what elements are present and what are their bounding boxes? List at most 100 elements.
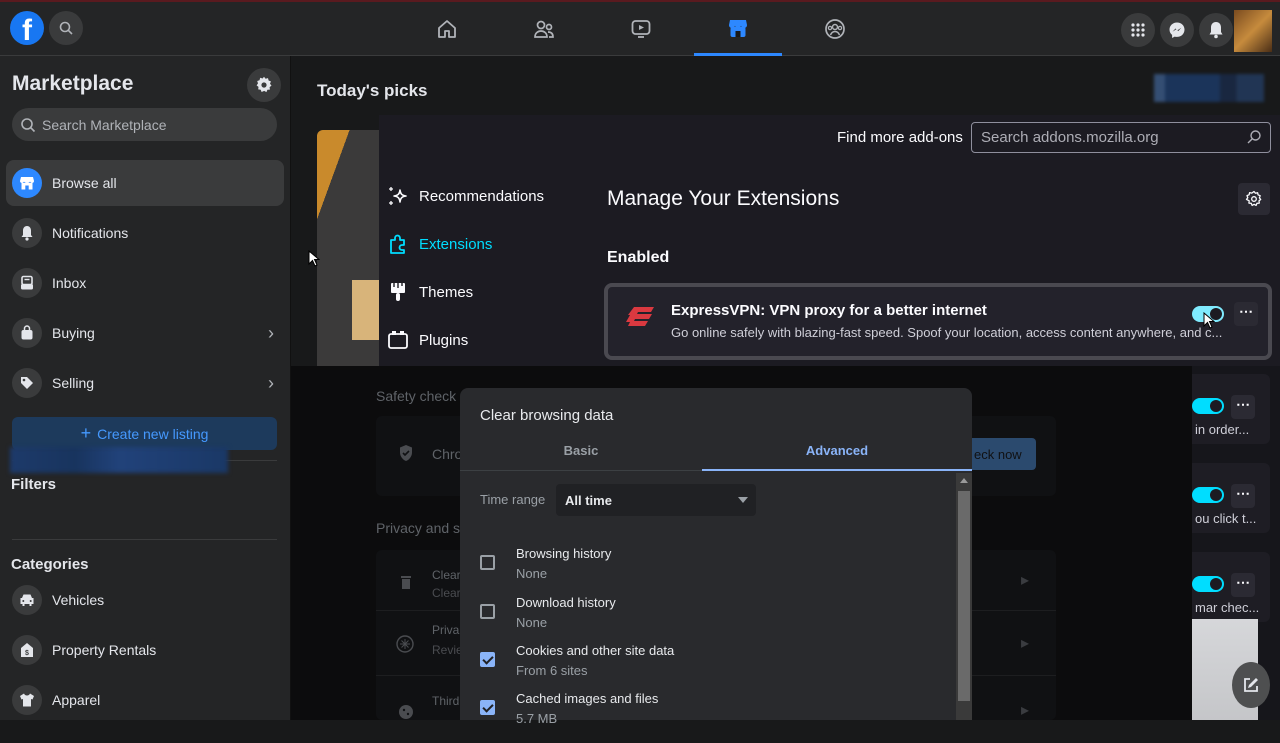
addons-nav-label: Plugins [419,331,469,349]
extension-more-options-button[interactable]: ⋯ [1231,395,1255,419]
category-property-rentals[interactable]: $ Property Rentals [6,627,284,673]
mouse-cursor-icon [308,250,320,267]
category-label: Property Rentals [52,642,157,658]
extension-card-expressvpn[interactable]: ExpressVPN: VPN proxy for a better inter… [604,283,1272,360]
sidebar-item-buying[interactable]: Buying › [6,310,284,356]
house-icon: $ [12,635,42,665]
checkbox[interactable] [480,604,495,619]
dropdown-arrow-icon [738,497,748,503]
extension-more-options-button[interactable]: ⋯ [1231,484,1255,508]
todays-picks-heading: Today's picks [317,81,428,100]
sidebar-item-label: Buying [52,325,95,341]
plugin-icon [388,331,408,349]
check-now-button[interactable]: eck now [966,438,1036,470]
create-new-listing-button[interactable]: + Create new listing [12,417,277,450]
extension-card[interactable]: ⋯ in order... [1192,374,1270,444]
sidebar-item-label: Notifications [52,225,129,241]
extension-more-options-button[interactable]: ⋯ [1234,302,1258,326]
option-cookies[interactable]: Cookies and other site data From 6 sites [480,643,920,695]
find-more-addons-label: Find more add-ons [837,129,963,146]
option-cached-images[interactable]: Cached images and files 5.7 MB [480,691,920,743]
mouse-cursor-icon [1203,312,1215,329]
option-label: Browsing history [516,546,612,561]
category-vehicles[interactable]: Vehicles [6,577,284,623]
compose-icon [1244,678,1258,692]
groups-icon [825,19,845,39]
addons-nav-plugins[interactable]: Plugins [387,329,468,351]
marketplace-search-input[interactable]: Search Marketplace [12,108,277,141]
chevron-right-icon: › [268,372,274,393]
marketplace-settings-button[interactable] [247,68,281,102]
time-range-label: Time range [480,492,546,507]
addons-nav-extensions[interactable]: Extensions [387,233,492,255]
row-subtitle: Revie [432,643,463,657]
menu-button[interactable] [1121,13,1155,47]
notifications-button[interactable] [1199,13,1233,47]
extension-enable-toggle[interactable] [1192,576,1224,592]
nav-tab-friends[interactable] [500,2,588,56]
chevron-right-icon: ▸ [1021,635,1030,652]
manage-extensions-title: Manage Your Extensions [607,187,840,210]
addons-settings-button[interactable] [1238,183,1270,215]
addons-search-input[interactable]: Search addons.mozilla.org [971,122,1271,153]
nav-tab-watch[interactable] [597,2,685,56]
sidebar-item-notifications[interactable]: Notifications [6,210,284,256]
storefront-icon [12,168,42,198]
shield-check-icon [400,445,412,461]
option-detail: From 6 sites [516,663,588,678]
tab-advanced[interactable]: Advanced [702,443,972,458]
option-download-history[interactable]: Download history None [480,595,920,647]
row-title: Clear [432,568,461,582]
nav-tab-marketplace[interactable] [694,2,782,56]
chevron-right-icon: ▸ [1021,702,1030,719]
marketplace-sidebar: Marketplace Search Marketplace Browse al… [0,56,291,720]
location-blurred[interactable] [1154,74,1264,102]
scrollbar-thumb[interactable] [958,491,970,701]
extension-description: ou click t... [1195,511,1257,526]
facebook-logo[interactable]: f [10,11,44,45]
sidebar-item-label: Browse all [52,175,117,191]
option-browsing-history[interactable]: Browsing history None [480,546,920,598]
time-range-select[interactable]: All time [556,484,756,516]
divider [12,539,277,540]
sidebar-item-label: Selling [52,375,95,391]
new-message-button[interactable] [1232,662,1270,708]
sidebar-item-inbox[interactable]: Inbox [6,260,284,306]
nav-tab-home[interactable] [403,2,491,56]
option-label: Cookies and other site data [516,643,675,658]
filters-value-blurred[interactable] [10,447,228,473]
tab-basic[interactable]: Basic [460,443,702,458]
chevron-right-icon: › [268,322,274,343]
home-icon [438,20,456,38]
listing-photo[interactable] [317,130,379,366]
option-detail: None [516,566,548,581]
option-detail: None [516,615,548,630]
category-apparel[interactable]: Apparel [6,677,284,723]
scroll-up-arrow-icon[interactable] [960,478,968,483]
extension-enable-toggle[interactable] [1192,398,1224,414]
chrome-update-text: Chro [432,446,463,462]
addons-nav-themes[interactable]: Themes [387,281,473,303]
extension-card[interactable]: ⋯ ou click t... [1192,463,1270,533]
row-title: Priva [432,623,460,637]
enabled-section-heading: Enabled [607,249,670,266]
checkbox[interactable] [480,555,495,570]
extension-more-options-button[interactable]: ⋯ [1231,573,1255,597]
checkbox-checked[interactable] [480,652,495,667]
create-listing-label: Create new listing [97,425,209,442]
row-subtitle: Clear [432,586,461,600]
profile-avatar[interactable] [1234,10,1272,52]
chevron-right-icon: ▸ [1021,572,1030,589]
sidebar-item-browse-all[interactable]: Browse all [6,160,284,206]
sidebar-item-selling[interactable]: Selling › [6,360,284,406]
extension-list-remainder: ⋯ in order... ⋯ ou click t... ⋯ mar chec… [1192,366,1280,720]
addons-nav-label: Themes [419,283,474,301]
addons-nav-recommendations[interactable]: Recommendations [387,185,544,207]
dialog-scrollbar[interactable] [956,473,972,720]
extension-enable-toggle[interactable] [1192,487,1224,503]
checkbox-checked[interactable] [480,700,495,715]
search-button[interactable] [49,11,83,45]
nav-tab-groups[interactable] [791,2,879,56]
extension-card[interactable]: ⋯ mar chec... [1192,552,1270,622]
messenger-button[interactable] [1160,13,1194,47]
